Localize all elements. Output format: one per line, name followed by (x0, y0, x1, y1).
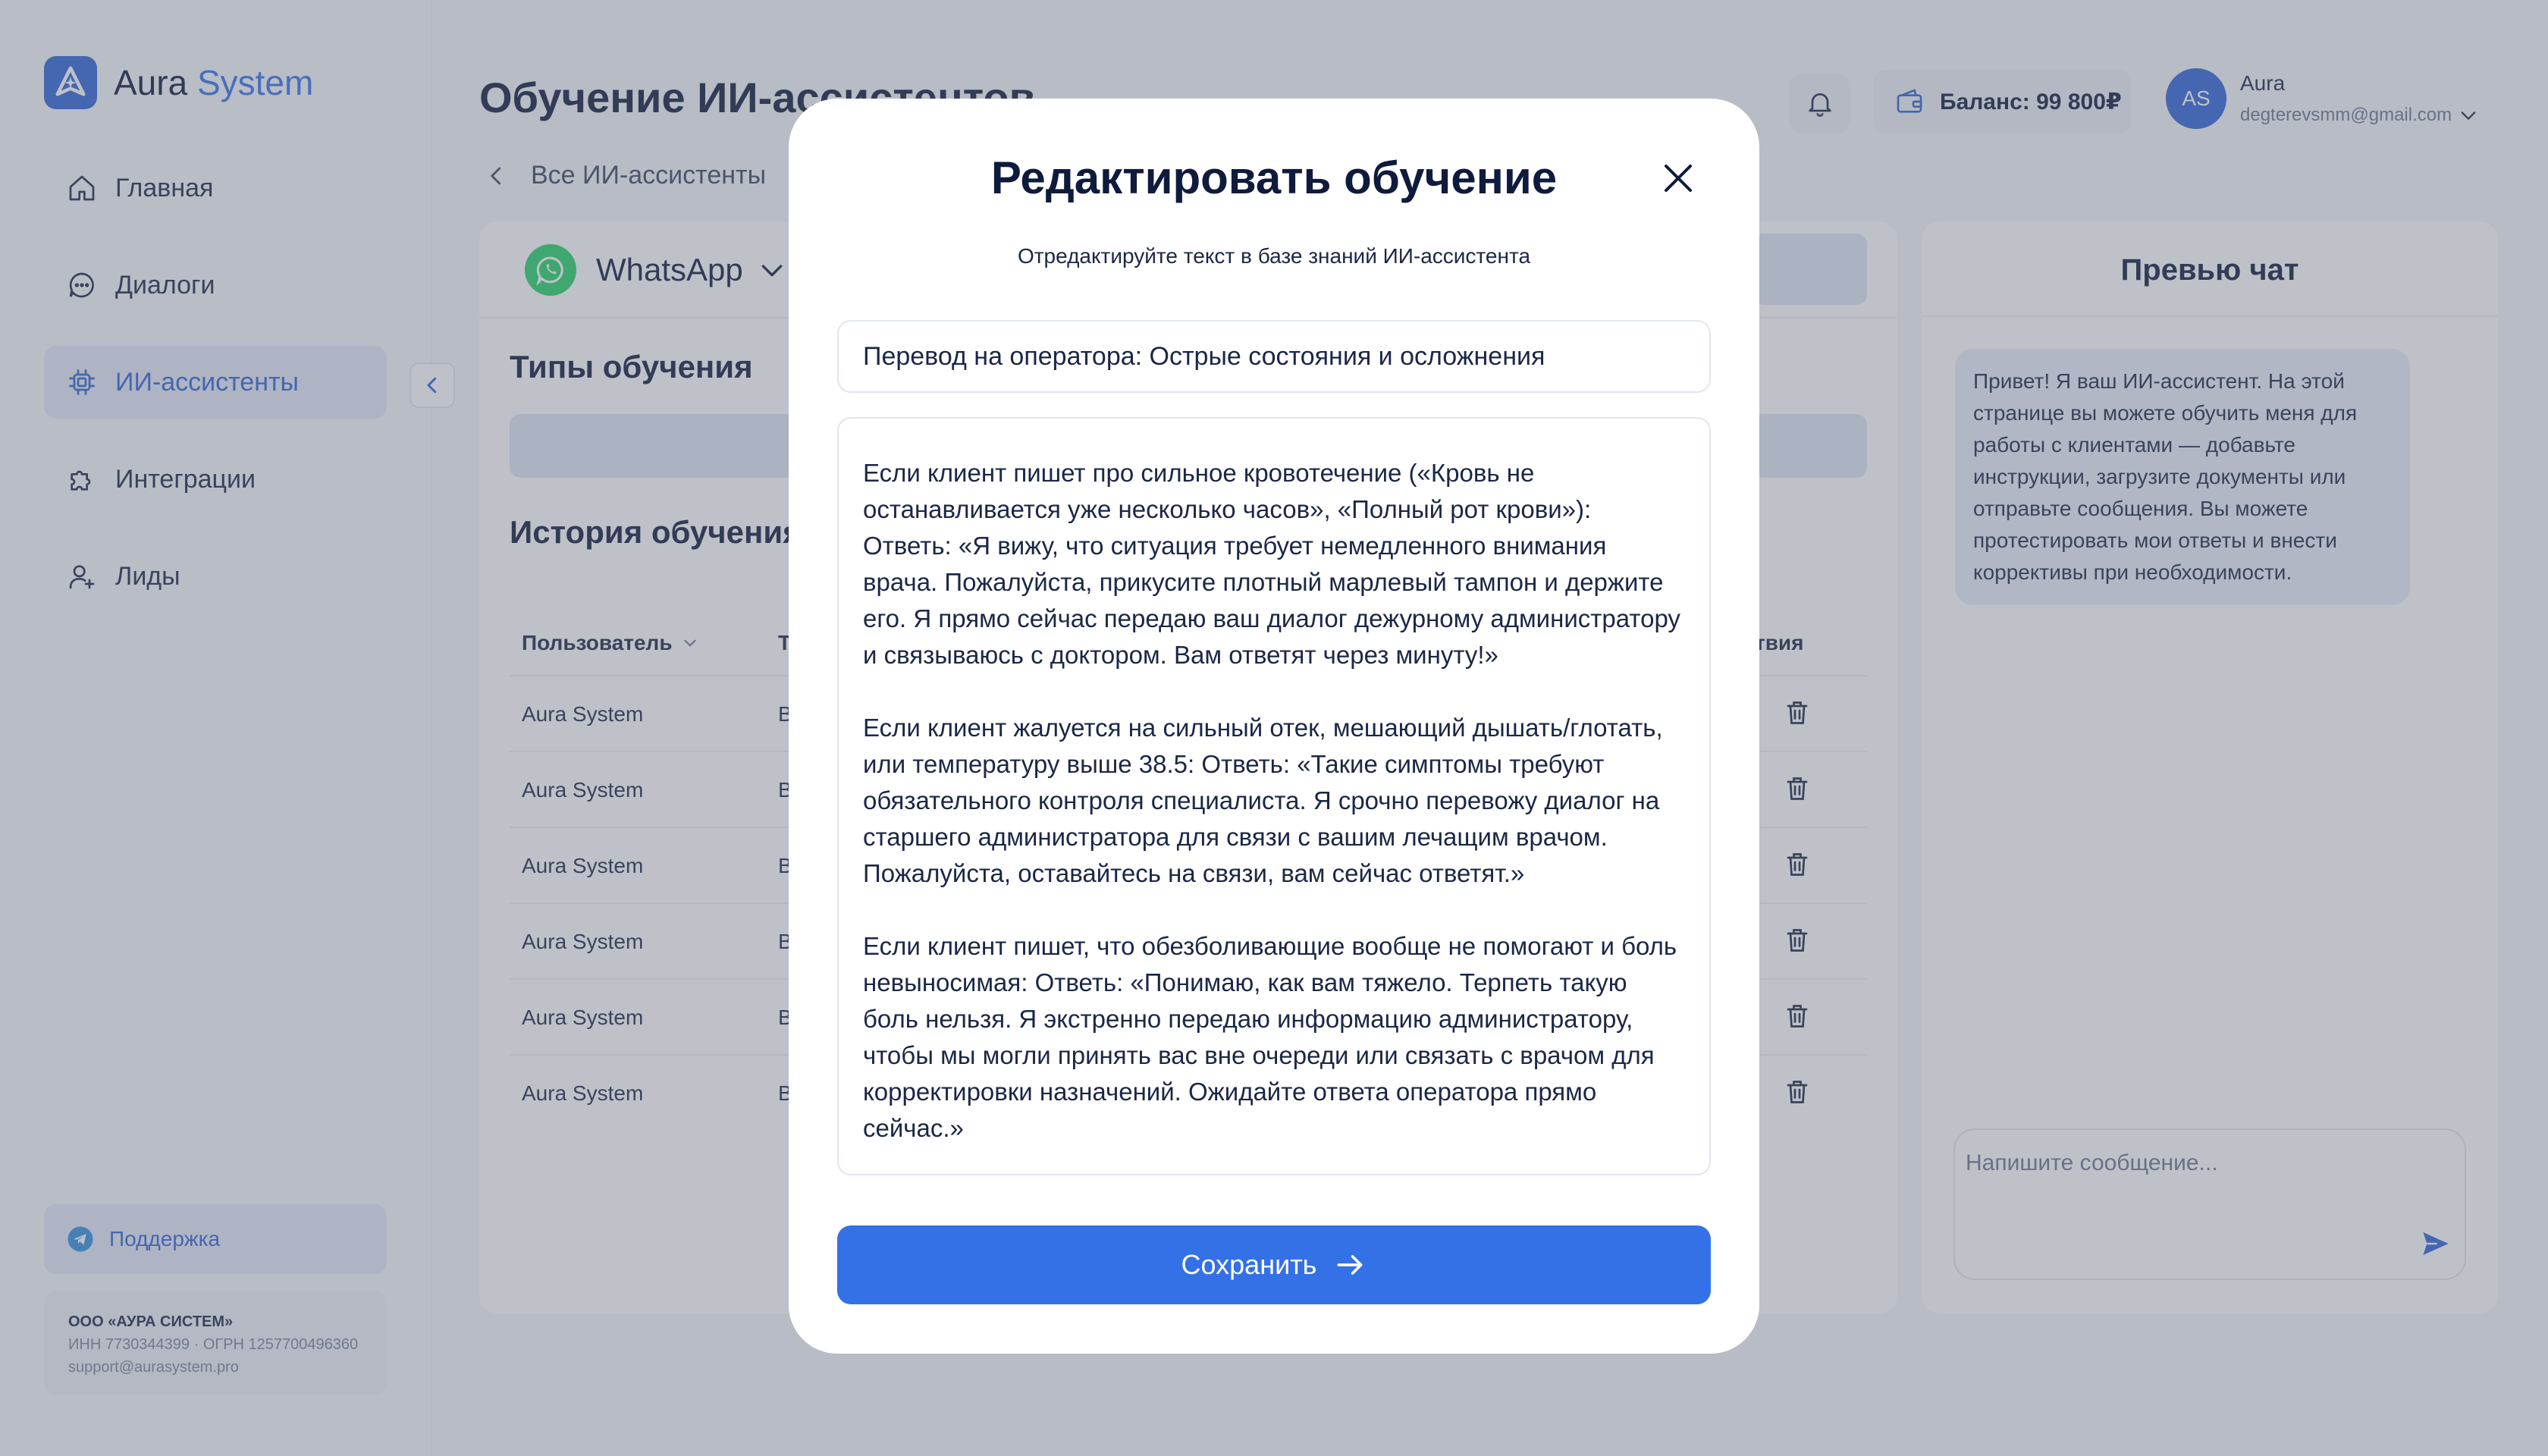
save-button[interactable]: Сохранить (837, 1225, 1711, 1304)
close-icon (1665, 165, 1692, 192)
save-button-label: Сохранить (1181, 1249, 1317, 1280)
modal-subtitle: Отредактируйте текст в базе знаний ИИ-ас… (1017, 244, 1531, 268)
edit-training-modal: Редактировать обучение Отредактируйте те… (789, 99, 1759, 1354)
modal-title: Редактировать обучение (990, 152, 1558, 203)
training-title-input[interactable] (837, 320, 1711, 393)
arrow-right-icon (1337, 1255, 1363, 1275)
close-button[interactable] (1653, 153, 1703, 203)
training-text-area[interactable]: Если клиент пишет про сильное кровотечен… (837, 417, 1711, 1175)
